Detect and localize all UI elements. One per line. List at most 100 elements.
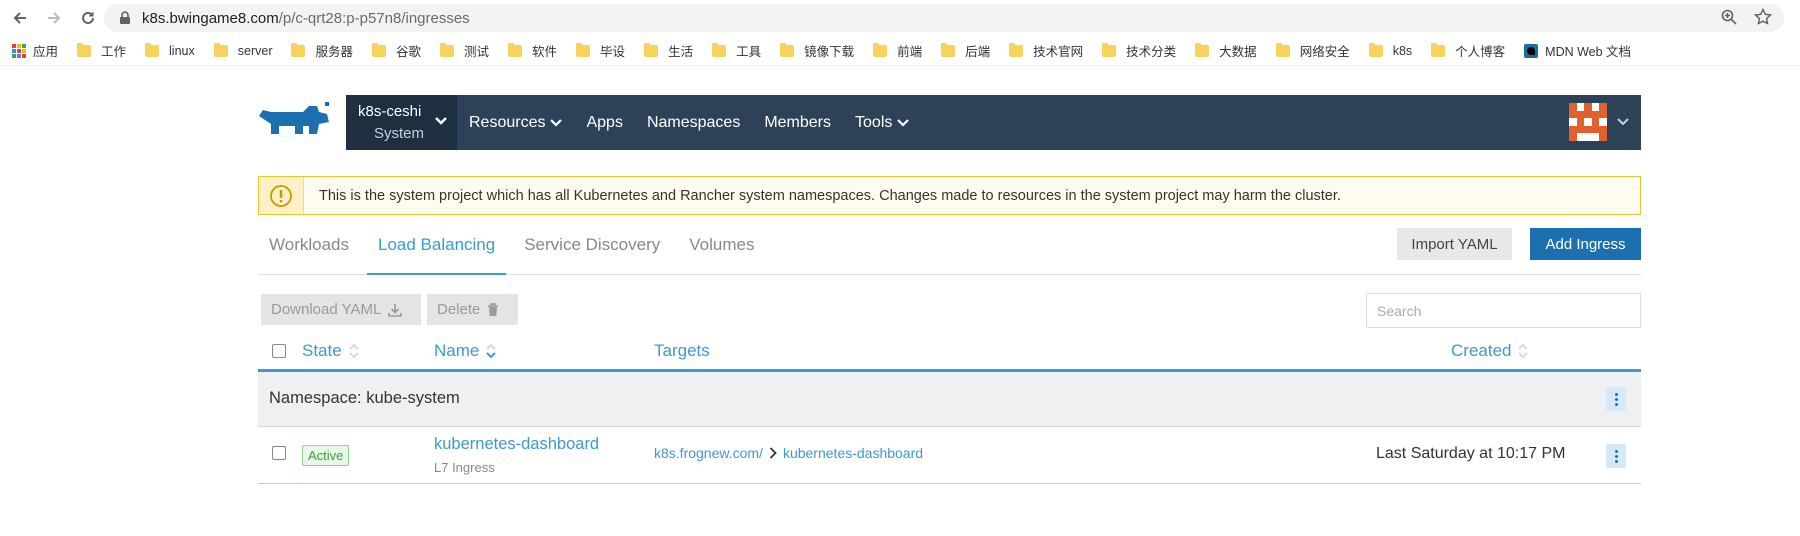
namespace-group-row: Namespace: kube-system [258, 372, 1641, 427]
reload-icon[interactable] [74, 4, 102, 32]
bookmark-item[interactable]: 工作 [77, 41, 126, 60]
bookmark-item[interactable]: 后端 [941, 41, 990, 60]
column-created[interactable]: Created [1451, 341, 1529, 361]
bookmark-label: 网络安全 [1299, 45, 1350, 59]
folder-icon [1195, 42, 1210, 57]
bookmark-label: 技术分类 [1126, 45, 1177, 59]
bookmark-label: 工具 [736, 45, 762, 59]
bookmark-item[interactable]: server [213, 42, 272, 58]
row-actions-kebab-icon[interactable] [1606, 444, 1626, 468]
lock-icon [120, 11, 130, 24]
folder-icon [508, 42, 523, 57]
nav-resources[interactable]: Resources [469, 114, 563, 132]
delete-button[interactable]: Delete [427, 294, 518, 325]
bookmark-item[interactable]: 生活 [644, 41, 693, 60]
status-badge: Active [302, 445, 350, 466]
bookmarks-bar: 应用 工作 linux server 服务器 谷歌 测试 软件 毕设 生活 工具 镜像下载 前端 后端 技术… [0, 36, 1800, 66]
chevron-down-icon [435, 117, 447, 125]
delete-label: Delete [437, 301, 481, 318]
sort-icon [349, 343, 359, 359]
bookmark-item[interactable]: 软件 [508, 41, 557, 60]
column-created-label: Created [1451, 341, 1512, 360]
bookmark-item[interactable]: 毕设 [576, 41, 625, 60]
address-bar[interactable]: k8s.bwingame8.com/p/c-qrt28:p-p57n8/ingr… [104, 4, 1784, 32]
bookmark-label: 个人博客 [1455, 45, 1506, 59]
bookmark-item[interactable]: MDN Web 文档 [1524, 41, 1631, 60]
top-navigation: k8s-ceshi System Resources Apps Namespac… [346, 95, 1641, 150]
download-yaml-label: Download YAML [271, 301, 382, 318]
bookmark-label: 镜像下载 [804, 45, 855, 59]
bookmark-label: 应用 [33, 45, 59, 59]
cluster-project-switcher[interactable]: k8s-ceshi System [346, 95, 457, 150]
row-checkbox[interactable] [272, 446, 286, 460]
bookmark-label: 毕设 [600, 45, 626, 59]
folder-icon [712, 42, 727, 57]
zoom-icon[interactable] [1720, 8, 1738, 26]
search-input[interactable] [1366, 293, 1641, 328]
column-targets: Targets [654, 341, 710, 360]
nav-apps[interactable]: Apps [586, 114, 622, 132]
namespace-label: Namespace: kube-system [269, 389, 460, 407]
bookmark-item[interactable]: k8s [1368, 42, 1412, 58]
add-ingress-button[interactable]: Add Ingress [1530, 228, 1641, 260]
column-state[interactable]: State [302, 341, 360, 361]
folder-icon [372, 42, 386, 57]
bookmark-label: 生活 [668, 45, 694, 59]
bookmark-item[interactable]: 工具 [712, 41, 761, 60]
sort-icon [1518, 343, 1529, 359]
bookmark-item[interactable]: 技术官网 [1009, 41, 1083, 60]
project-name: System [374, 124, 425, 142]
back-arrow-icon[interactable] [6, 4, 34, 32]
avatar [1569, 103, 1607, 141]
folder-icon [291, 42, 306, 57]
column-name[interactable]: Name [434, 341, 497, 361]
user-menu[interactable] [1569, 103, 1629, 141]
bookmark-star-icon[interactable] [1754, 8, 1772, 26]
ingress-target: k8s.frognew.com/ kubernetes-dashboard [654, 445, 923, 461]
folder-icon [1009, 42, 1024, 57]
bookmark-item[interactable]: linux [145, 42, 195, 58]
created-timestamp: Last Saturday at 10:17 PM [1376, 445, 1566, 462]
nav-namespaces[interactable]: Namespaces [647, 114, 740, 132]
bookmark-item[interactable]: 个人博客 [1431, 41, 1505, 60]
bookmark-label: 技术官网 [1033, 45, 1084, 59]
info-circle-icon [270, 184, 292, 207]
folder-icon [213, 42, 228, 57]
forward-arrow-icon[interactable] [40, 4, 68, 32]
table-header: State Name Targets Created [258, 335, 1641, 372]
bookmark-item[interactable]: 服务器 [291, 41, 353, 60]
select-all-checkbox[interactable] [272, 344, 286, 358]
ingress-name-link[interactable]: kubernetes-dashboard [434, 435, 599, 454]
folder-icon [77, 42, 92, 57]
bookmark-item[interactable]: 技术分类 [1102, 41, 1176, 60]
browser-toolbar: k8s.bwingame8.com/p/c-qrt28:p-p57n8/ingr… [0, 0, 1800, 36]
warning-icon-box [259, 177, 304, 214]
namespace-actions-kebab-icon[interactable] [1606, 387, 1626, 411]
mdn-icon [1524, 43, 1539, 58]
tab-load-balancing[interactable]: Load Balancing [367, 229, 507, 275]
bookmark-item[interactable]: 谷歌 [372, 41, 421, 60]
folder-icon [576, 42, 591, 57]
folder-icon [1368, 42, 1383, 57]
bookmark-item[interactable]: 镜像下载 [780, 41, 854, 60]
tab-workloads[interactable]: Workloads [258, 229, 360, 275]
bookmark-item[interactable]: 大数据 [1195, 41, 1257, 60]
folder-icon [644, 42, 659, 57]
bookmark-item[interactable]: 前端 [873, 41, 922, 60]
target-service-link[interactable]: kubernetes-dashboard [783, 445, 923, 461]
bookmark-item[interactable]: 应用 [12, 41, 58, 60]
nav-tools[interactable]: Tools [855, 114, 910, 132]
target-host-link[interactable]: k8s.frognew.com/ [654, 445, 763, 461]
rancher-logo[interactable] [257, 102, 333, 142]
import-yaml-button[interactable]: Import YAML [1397, 228, 1512, 260]
column-state-label: State [302, 341, 342, 360]
folder-icon [1275, 42, 1290, 57]
tab-volumes[interactable]: Volumes [678, 229, 765, 275]
bookmark-item[interactable]: 测试 [440, 41, 489, 60]
nav-members[interactable]: Members [764, 114, 831, 132]
folder-icon [1431, 42, 1446, 57]
bookmark-label: 测试 [464, 45, 490, 59]
download-yaml-button[interactable]: Download YAML [261, 294, 421, 325]
tab-service-discovery[interactable]: Service Discovery [513, 229, 671, 275]
bookmark-item[interactable]: 网络安全 [1275, 41, 1350, 60]
